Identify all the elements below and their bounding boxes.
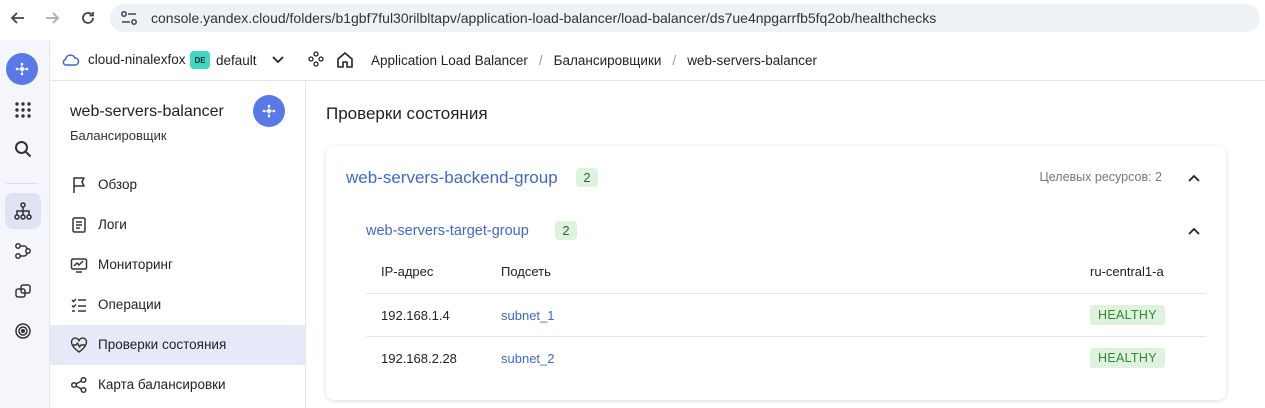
sidebar-item-logs[interactable]: Логи <box>50 205 305 245</box>
chevron-up-icon[interactable] <box>1186 170 1202 186</box>
sidebar-item-overview[interactable]: Обзор <box>50 165 305 205</box>
console-header: cloud-ninalexfox DE default Application … <box>50 40 1265 81</box>
backend-group-card: web-servers-backend-group 2 Целевых ресу… <box>326 146 1226 400</box>
cloud-name: cloud-ninalexfox <box>88 52 186 67</box>
chevron-down-icon[interactable] <box>271 52 285 71</box>
address-bar[interactable]: console.yandex.cloud/folders/b1gbf7ful30… <box>110 4 1260 32</box>
breadcrumb-separator: / <box>672 53 677 68</box>
load-balancer-icon[interactable] <box>5 193 41 229</box>
sidebar-item-balancing-map[interactable]: Карта балансировки <box>50 365 305 405</box>
breadcrumb-separator: / <box>538 53 543 68</box>
services-map-icon[interactable] <box>308 51 324 72</box>
url-text[interactable]: console.yandex.cloud/folders/b1gbf7ful30… <box>151 10 936 26</box>
sidebar-item-healthchecks[interactable]: Проверки состояния <box>50 325 305 365</box>
service-rail <box>0 40 50 408</box>
monitor-icon <box>70 256 88 274</box>
cloud-icon <box>62 53 80 66</box>
sidebar-item-label: Логи <box>98 217 127 232</box>
balancer-sidebar: web-servers-balancer Балансировщик Обзор… <box>50 81 306 408</box>
backend-group-link[interactable]: web-servers-backend-group <box>346 168 558 188</box>
folder-name[interactable]: default <box>216 53 257 68</box>
column-header-ip: IP-адрес <box>381 264 434 279</box>
folder-badge: DE <box>190 51 210 69</box>
target-group-link[interactable]: web-servers-target-group <box>366 223 529 239</box>
sidebar-title: web-servers-balancer <box>70 103 224 120</box>
cloud-selector[interactable]: cloud-ninalexfox <box>62 52 186 67</box>
column-header-subnet: Подсеть <box>501 264 551 279</box>
sidebar-item-label: Мониторинг <box>98 257 173 272</box>
breadcrumb-balancers[interactable]: Балансировщики <box>554 53 662 68</box>
log-icon <box>70 216 88 234</box>
targets-count-label: Целевых ресурсов: 2 <box>1039 170 1162 184</box>
table-row: 192.168.2.28 subnet_2 HEALTHY <box>366 336 1206 379</box>
breadcrumb-alb[interactable]: Application Load Balancer <box>371 53 528 68</box>
breadcrumb: Application Load Balancer / Балансировщи… <box>371 53 817 68</box>
routes-icon[interactable] <box>5 233 41 269</box>
target-icon[interactable] <box>5 313 41 349</box>
search-icon[interactable] <box>5 131 41 167</box>
status-badge: HEALTHY <box>1090 305 1165 325</box>
sidebar-item-label: Карта балансировки <box>98 377 226 392</box>
back-icon[interactable] <box>7 7 29 29</box>
chevron-up-icon[interactable] <box>1186 223 1202 239</box>
subnet-link[interactable]: subnet_2 <box>501 351 555 366</box>
rail-divider <box>6 183 38 184</box>
target-group-count-badge: 2 <box>555 221 577 240</box>
home-icon[interactable] <box>336 51 354 74</box>
yandex-cloud-logo-icon[interactable] <box>6 53 38 85</box>
ip-address: 192.168.2.28 <box>381 351 457 366</box>
map-icon <box>70 376 88 394</box>
sidebar-subtitle: Балансировщик <box>70 128 167 143</box>
table-row: 192.168.1.4 subnet_1 HEALTHY <box>366 293 1206 336</box>
service-logo-icon <box>253 95 285 127</box>
sidebar-item-monitoring[interactable]: Мониторинг <box>50 245 305 285</box>
subnet-link[interactable]: subnet_1 <box>501 308 555 323</box>
page-title: Проверки состояния <box>326 104 488 123</box>
status-badge: HEALTHY <box>1090 348 1165 368</box>
column-header-zone: ru-central1-a <box>1090 264 1164 279</box>
breadcrumb-current: web-servers-balancer <box>687 53 817 68</box>
operations-icon <box>70 296 88 314</box>
flag-icon <box>70 176 88 194</box>
ip-address: 192.168.1.4 <box>381 308 450 323</box>
sidebar-item-label: Обзор <box>98 177 137 192</box>
all-services-icon[interactable] <box>5 92 41 128</box>
resources-icon[interactable] <box>5 273 41 309</box>
browser-toolbar: console.yandex.cloud/folders/b1gbf7ful30… <box>0 0 1265 36</box>
reload-icon[interactable] <box>77 7 99 29</box>
backend-group-count-badge: 2 <box>576 168 598 187</box>
site-settings-icon[interactable] <box>120 10 138 26</box>
forward-icon[interactable] <box>41 7 63 29</box>
sidebar-item-label: Операции <box>98 297 162 312</box>
heartbeat-icon <box>70 336 88 354</box>
sidebar-item-label: Проверки состояния <box>98 337 227 352</box>
sidebar-item-operations[interactable]: Операции <box>50 285 305 325</box>
